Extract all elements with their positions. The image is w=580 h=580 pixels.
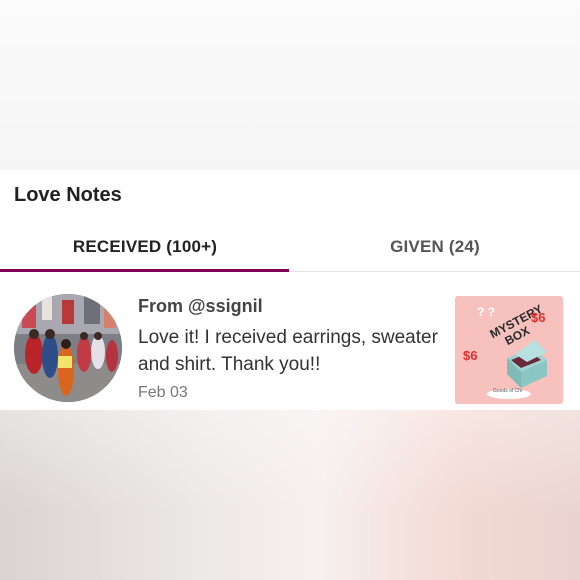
love-note-item[interactable]: From @ssignil Love it! I received earrin… (0, 286, 580, 410)
mystery-box-image: ? ? MYSTERY BOX $6 $6 Goods of Chi (455, 296, 563, 404)
background-blur-top (0, 0, 580, 170)
tab-received[interactable]: RECEIVED (100+) (0, 222, 290, 272)
active-tab-indicator (0, 269, 289, 272)
listing-thumbnail[interactable]: ? ? MYSTERY BOX $6 $6 Goods of Chi (455, 296, 563, 404)
price-mark-1: $6 (531, 310, 545, 325)
avatar[interactable] (14, 294, 122, 402)
tab-bar: RECEIVED (100+) GIVEN (24) (0, 222, 580, 272)
note-message: Love it! I received earrings, sweater an… (138, 327, 438, 375)
tab-given[interactable]: GIVEN (24) (290, 222, 580, 272)
avatar-photo (14, 294, 122, 402)
love-notes-card: Love Notes RECEIVED (100+) GIVEN (24) Fr… (0, 170, 580, 410)
note-sender[interactable]: From @ssignil (138, 296, 263, 317)
section-title: Love Notes (14, 184, 122, 206)
svg-text:? ?: ? ? (477, 305, 495, 319)
note-date: Feb 03 (138, 384, 188, 401)
price-mark-2: $6 (463, 348, 477, 363)
thumb-caption: Goods of Chi (493, 388, 522, 394)
background-blur-bottom (0, 410, 580, 580)
